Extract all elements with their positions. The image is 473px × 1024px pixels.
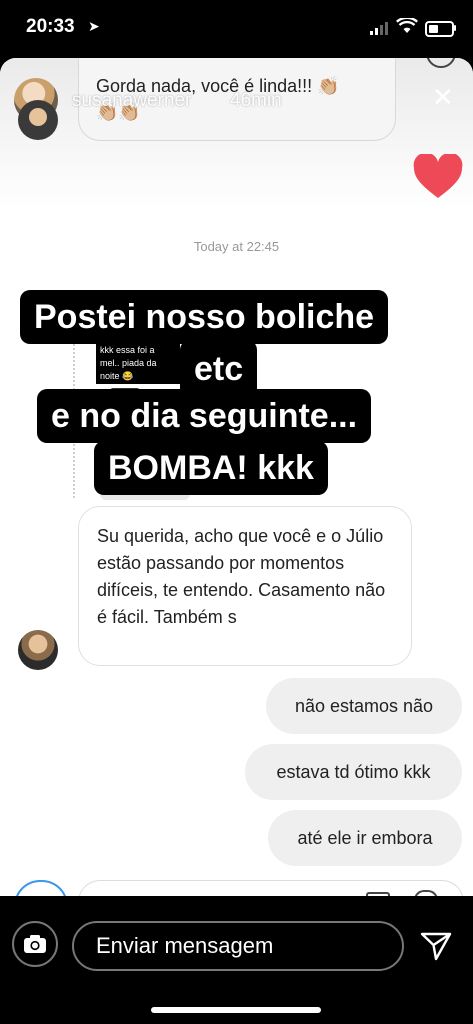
overlay-text-line-1: Postei nosso boliche	[20, 290, 389, 344]
reply-input[interactable]	[72, 921, 404, 971]
battery-icon	[425, 21, 454, 37]
message-input-peek	[78, 880, 464, 896]
outgoing-message-1: não estamos não	[266, 678, 462, 734]
camera-icon	[24, 935, 46, 953]
wifi-icon	[396, 18, 418, 33]
camera-button[interactable]	[12, 921, 58, 967]
chat-timestamp: Today at 22:45	[193, 239, 280, 254]
signal-icon	[370, 22, 388, 35]
shared-post-caption: kkk essa foi a mel.. piada da noite 😂	[96, 342, 180, 384]
overlay-text-line-3: e no dia seguinte...	[37, 389, 372, 443]
sender-avatar[interactable]	[18, 630, 58, 670]
story-username[interactable]: susanawerner	[72, 90, 191, 112]
location-arrow-icon: ➤	[88, 18, 100, 34]
send-icon[interactable]	[420, 930, 452, 962]
story-time: 46min	[230, 90, 282, 111]
heart-icon[interactable]	[412, 154, 464, 200]
home-indicator	[151, 1007, 321, 1013]
incoming-message: Su querida, acho que você e o Júlio estã…	[78, 506, 412, 666]
camera-button-peek	[14, 880, 68, 896]
status-bar: 20:33 ➤	[0, 0, 473, 58]
story-avatar-secondary	[18, 100, 58, 140]
status-time: 20:33	[26, 16, 75, 37]
close-icon[interactable]: ✕	[432, 84, 454, 110]
outgoing-message-3: até ele ir embora	[268, 810, 462, 866]
outgoing-message-2: estava td ótimo kkk	[245, 744, 462, 800]
overlay-text-line-4: BOMBA! kkk	[94, 441, 328, 495]
